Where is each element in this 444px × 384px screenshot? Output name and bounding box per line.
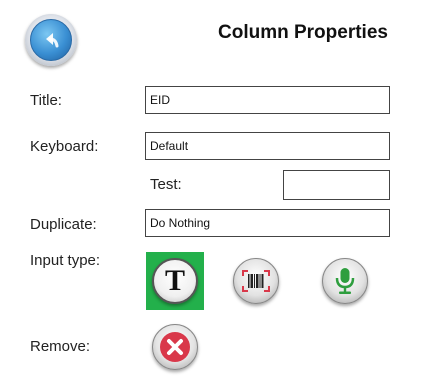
back-button[interactable] [25,14,77,66]
duplicate-select[interactable]: Do Nothing [145,209,390,237]
text-t-icon: T [152,258,198,304]
input-type-barcode-button[interactable] [227,252,285,310]
keyboard-select-value: Default [150,139,189,153]
duplicate-label: Duplicate: [30,216,97,233]
column-properties-screen: Column Properties Title: EID Keyboard: D… [0,0,444,384]
microphone-icon [322,258,368,304]
keyboard-select[interactable]: Default [145,132,390,160]
input-type-text-button[interactable]: T [146,252,204,310]
remove-button[interactable] [146,318,204,376]
remove-icon [152,324,198,370]
remove-label: Remove: [30,338,91,355]
title-field[interactable]: EID [145,86,390,114]
title-label: Title: [30,92,62,109]
test-input[interactable] [283,170,390,200]
back-arrow-icon [30,19,72,61]
duplicate-select-value: Do Nothing [150,216,211,230]
keyboard-label: Keyboard: [30,138,99,155]
title-field-value: EID [150,93,171,107]
input-type-voice-button[interactable] [316,252,374,310]
input-type-label: Input type: [30,252,101,269]
barcode-scan-icon [233,258,279,304]
test-label: Test: [150,176,182,193]
page-title: Column Properties [218,22,388,43]
